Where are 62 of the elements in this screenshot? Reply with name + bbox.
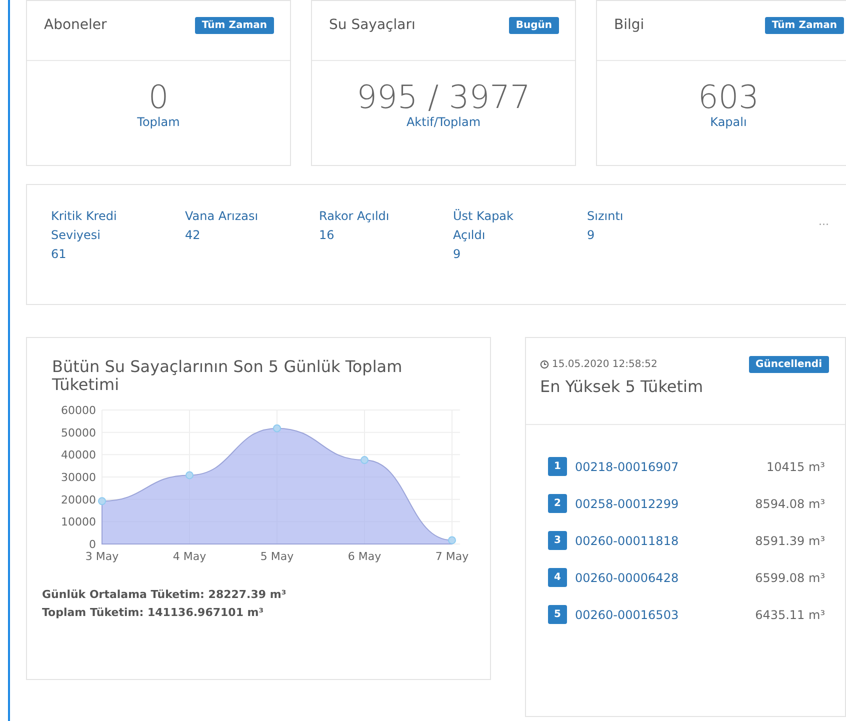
meter-id: 00260-00016503: [575, 608, 679, 622]
average-consumption: Günlük Ortalama Tüketim: 28227.39 m³: [42, 587, 288, 603]
card-title: Aboneler: [44, 17, 107, 33]
stat-value: 995 / 3977: [356, 79, 530, 115]
stat-caption: Kapalı: [710, 115, 747, 129]
consumption-value: 10415 m³: [766, 460, 825, 474]
data-point: [98, 497, 106, 506]
axis-tick-label: 10000: [61, 516, 96, 529]
period-badge: Tüm Zaman: [764, 17, 844, 34]
meter-id: 00218-00016907: [575, 460, 679, 474]
axis-tick-label: 40000: [61, 448, 96, 462]
panel-title: En Yüksek 5 Tüketim: [540, 377, 704, 396]
consumption-value: 8594.08 m³: [755, 496, 825, 510]
alarm-count: 9: [587, 227, 596, 244]
rank-badge: 4: [548, 568, 567, 587]
axis-tick-label: 50000: [61, 426, 96, 440]
data-point: [448, 536, 456, 544]
stat-caption: Aktif/Toplam: [406, 115, 481, 129]
data-point: [273, 424, 281, 432]
axis-tick-label: 0: [89, 538, 96, 551]
alarm-label: Sızıntı: [587, 208, 624, 225]
alarm-label: Vana Arızası: [185, 208, 260, 225]
period-badge: Bugün: [508, 17, 559, 34]
rank-badge: 2: [548, 494, 567, 513]
alarm-label: Kritik Kredi Seviyesi: [51, 208, 118, 244]
alarm-count: 16: [319, 227, 336, 244]
consumption-value: 6435.11 m³: [755, 608, 825, 622]
alarm-count: 61: [51, 246, 68, 263]
alarm-count: 42: [185, 227, 202, 244]
rank-badge: 3: [548, 531, 567, 550]
stat-caption: Toplam: [137, 115, 180, 129]
axis-tick-label: 3 May: [85, 550, 119, 563]
alarm-count: 9: [453, 246, 462, 263]
card-title: Su Sayaçları: [329, 17, 416, 33]
total-consumption: Toplam Tüketim: 141136.967101 m³: [42, 605, 265, 621]
axis-tick-label: 5 May: [260, 550, 294, 563]
axis-tick-label: 20000: [61, 493, 96, 506]
axis-tick-label: 30000: [61, 471, 96, 484]
clock-icon: [540, 360, 549, 369]
chart-title: Bütün Su Sayaçlarının Son 5 Günlük Toplam Tüketimi: [52, 358, 404, 394]
alarm-label: Üst Kapak Açıldı: [453, 208, 514, 244]
consumption-value: 8591.39 m³: [755, 534, 825, 548]
axis-tick-label: 4 May: [172, 550, 206, 563]
status-badge: Güncellendi: [748, 356, 829, 373]
axis-tick-label: 60000: [61, 404, 96, 417]
data-point: [360, 456, 368, 464]
period-badge: Tüm Zaman: [194, 17, 274, 34]
rank-badge: 5: [548, 605, 567, 624]
more-indicator: ...: [818, 215, 829, 230]
update-timestamp: 15.05.2020 12:58:52: [552, 359, 658, 370]
axis-tick-label: 6 May: [348, 550, 382, 563]
meter-id: 00258-00012299: [575, 496, 679, 510]
meter-id: 00260-00011818: [575, 534, 679, 548]
data-point: [186, 471, 194, 480]
stat-value: 603: [698, 79, 760, 115]
card-title: Bilgi: [614, 17, 644, 33]
meter-id: 00260-00006428: [575, 570, 679, 584]
consumption-value: 6599.08 m³: [755, 570, 825, 584]
stat-value: 0: [148, 79, 169, 115]
rank-badge: 1: [548, 457, 567, 476]
axis-tick-label: 7 May: [435, 550, 469, 563]
alarm-label: Rakor Açıldı: [319, 208, 390, 225]
